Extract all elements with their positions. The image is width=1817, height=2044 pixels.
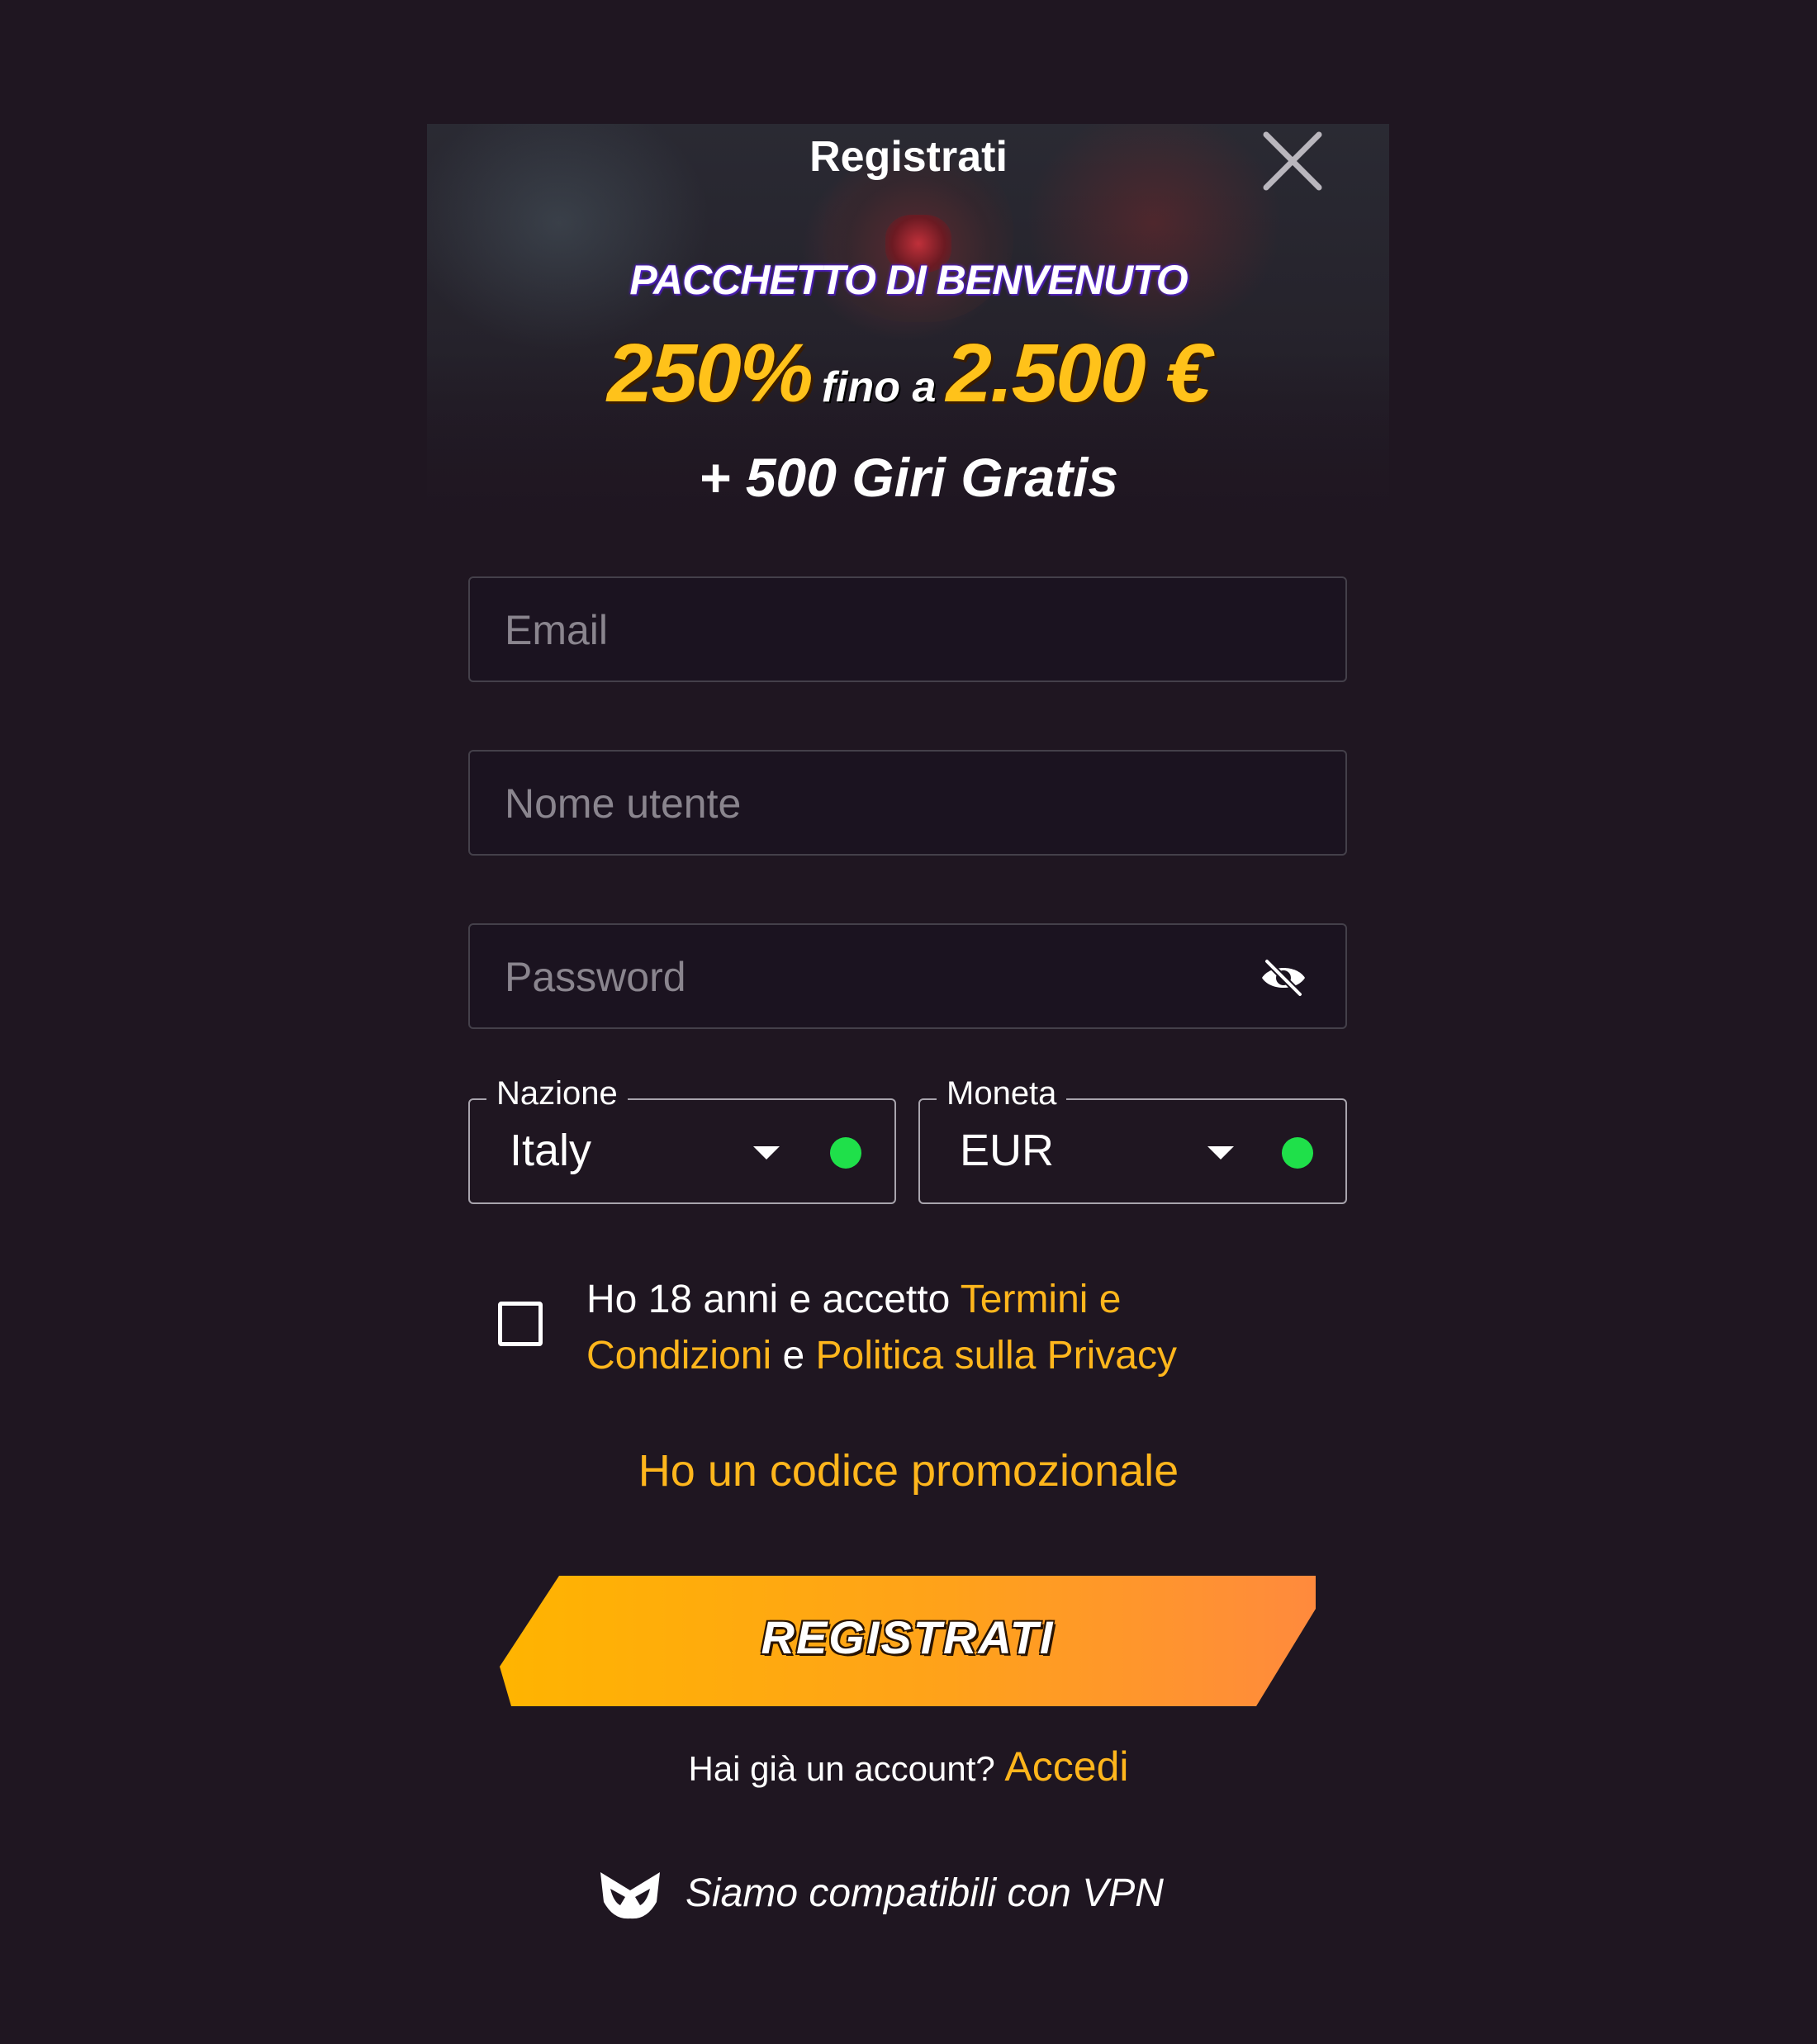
currency-value: EUR [960, 1126, 1055, 1175]
terms-text-between: e [771, 1334, 816, 1378]
currency-label: Moneta [937, 1075, 1067, 1112]
mask-icon [600, 1872, 660, 1919]
login-prompt: Hai già un account? Accedi [496, 1743, 1321, 1790]
valid-status-icon [1282, 1137, 1313, 1169]
account-question: Hai già un account? [688, 1749, 995, 1788]
modal-title: Registrati [809, 133, 1008, 181]
bonus-percent: 250% [606, 327, 814, 420]
chevron-down-icon [1207, 1146, 1234, 1160]
email-field[interactable] [503, 578, 1250, 682]
password-visibility-toggle[interactable] [1259, 958, 1308, 998]
terms-checkbox[interactable] [498, 1302, 543, 1346]
login-link[interactable]: Accedi [1004, 1743, 1128, 1790]
free-spins-offer: + 500 Giri Gratis [698, 447, 1119, 508]
register-button-label: REGISTRATI [761, 1611, 1055, 1663]
country-label: Nazione [486, 1075, 628, 1112]
password-field[interactable] [503, 925, 1250, 1029]
eye-off-icon [1262, 958, 1305, 998]
terms-text-before: Ho 18 anni e accetto [586, 1278, 961, 1321]
vpn-notice: Siamo compatibili con VPN [599, 1862, 1226, 1928]
close-icon [1263, 131, 1322, 191]
chevron-down-icon [753, 1146, 780, 1160]
username-field-container [468, 750, 1347, 856]
close-button[interactable] [1260, 128, 1326, 194]
register-button[interactable]: REGISTRATI [500, 1576, 1316, 1706]
vpn-text: Siamo compatibili con VPN [686, 1871, 1164, 1915]
promo-heading: PACCHETTO DI BENVENUTO [629, 257, 1188, 303]
bonus-offer: 250% fino a 2.500 € [454, 326, 1363, 421]
username-field[interactable] [503, 752, 1250, 856]
valid-status-icon [830, 1137, 861, 1169]
email-field-container [468, 576, 1347, 682]
country-value: Italy [510, 1126, 592, 1175]
privacy-link[interactable]: Politica sulla Privacy [816, 1334, 1177, 1378]
terms-text: Ho 18 anni e accetto Termini e Condizion… [586, 1272, 1313, 1384]
password-field-container [468, 923, 1347, 1029]
bonus-connector: fino a [821, 363, 937, 411]
currency-select[interactable]: Moneta EUR [918, 1075, 1347, 1204]
bonus-amount: 2.500 € [946, 327, 1212, 420]
country-select[interactable]: Nazione Italy [468, 1075, 896, 1204]
promo-code-link[interactable]: Ho un codice promozionale [496, 1445, 1321, 1496]
registration-modal: Registrati PACCHETTO DI BENVENUTO 250% fi… [0, 0, 1817, 2044]
